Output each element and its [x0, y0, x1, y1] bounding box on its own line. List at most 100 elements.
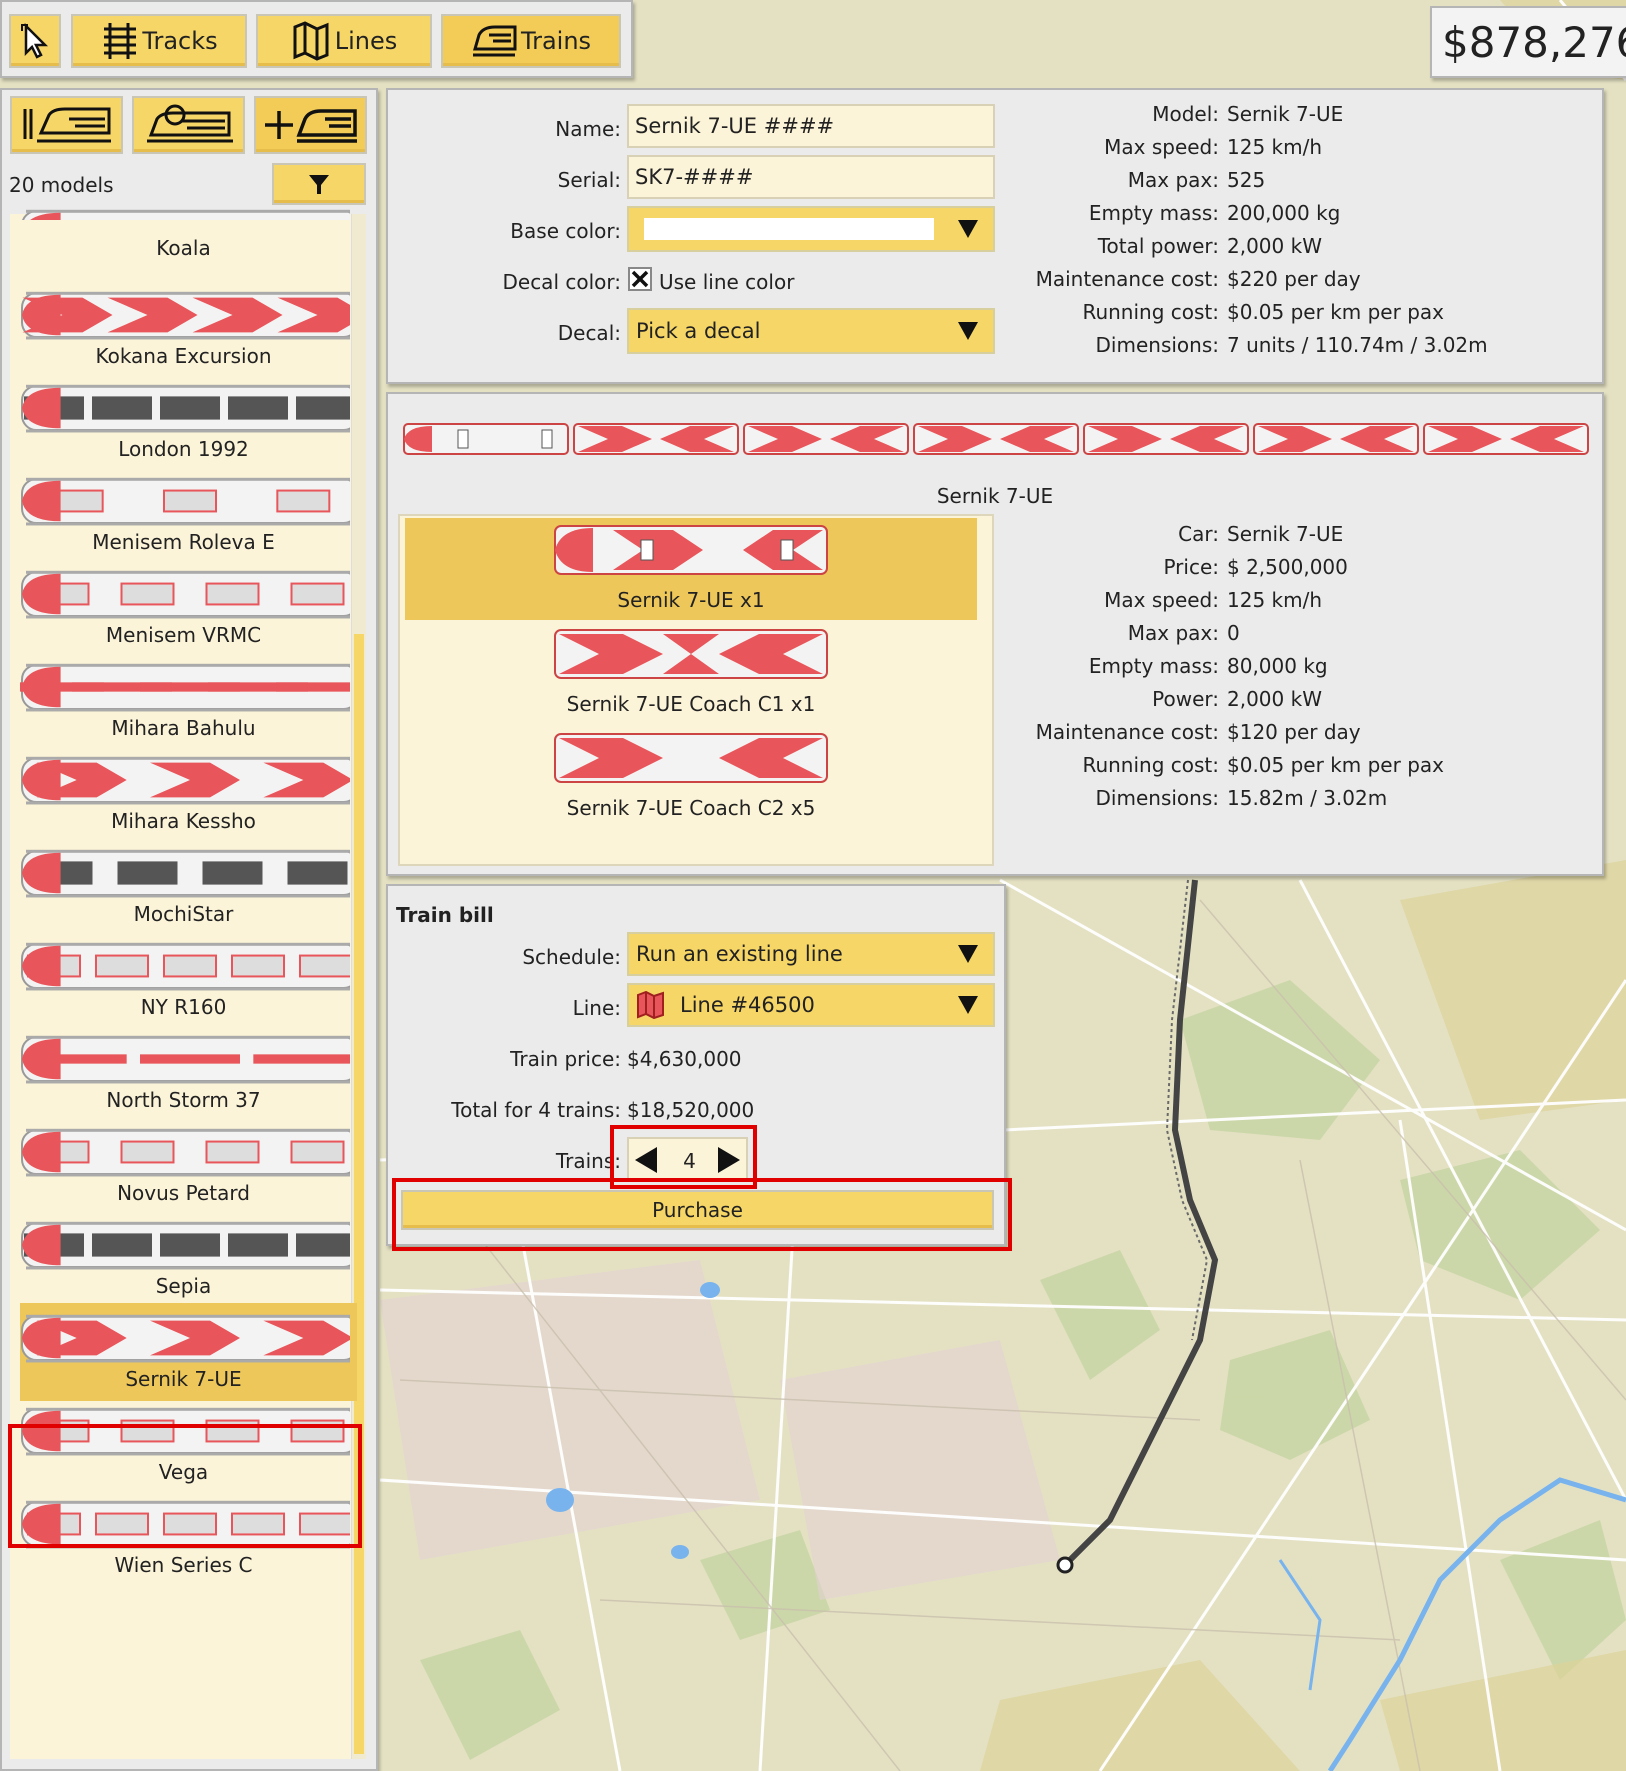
list-item[interactable]: Sepia — [20, 1210, 357, 1308]
tracks-icon — [104, 23, 137, 59]
decal-color-label: Decal color: — [502, 270, 621, 294]
list-item-label: NY R160 — [140, 995, 227, 1019]
car-list-item-label: Sernik 7-UE Coach C2 x5 — [566, 796, 816, 820]
train-model-image — [20, 1309, 350, 1367]
list-item[interactable]: Wien Series C — [20, 1489, 357, 1587]
model-stat-value: Sernik 7-UE — [1227, 102, 1344, 126]
schedule-label: Schedule: — [522, 945, 621, 969]
model-stat-label: Running cost: — [1082, 300, 1219, 324]
sidebar-tab-add-train[interactable] — [254, 96, 367, 154]
total-label: Total for 4 trains: — [451, 1098, 621, 1122]
base-color-swatch — [644, 218, 934, 240]
list-item[interactable]: Vega — [20, 1396, 357, 1494]
funnel-icon — [309, 175, 329, 194]
map-icon — [293, 21, 329, 61]
train-model-image — [20, 1402, 350, 1460]
train-price-value: $4,630,000 — [627, 1047, 742, 1071]
car-stat-value: $0.05 per km per pax — [1227, 753, 1444, 777]
list-item-label: Novus Petard — [117, 1181, 250, 1205]
model-stat-label: Empty mass: — [1088, 201, 1219, 225]
lines-tab-button[interactable]: Lines — [256, 14, 432, 68]
decal-dropdown[interactable]: Pick a decal — [627, 308, 995, 354]
trains-tab-button[interactable]: Trains — [441, 14, 621, 68]
train-bill-title: Train bill — [396, 903, 494, 927]
train-maintenance-icon — [146, 104, 233, 143]
car-stat-label: Max pax: — [1127, 621, 1219, 645]
car-stat-label: Dimensions: — [1095, 786, 1219, 810]
train-model-image — [20, 565, 350, 623]
list-item[interactable]: Menisem Roleva E — [20, 466, 357, 564]
dropdown-arrow-icon — [958, 945, 978, 963]
money-display: $878,276, — [1430, 6, 1626, 78]
purchase-button[interactable]: Purchase — [401, 1190, 994, 1230]
list-item[interactable]: North Storm 37 — [20, 1024, 357, 1122]
base-color-dropdown[interactable] — [627, 206, 995, 252]
model-stat-label: Total power: — [1097, 234, 1219, 258]
list-item[interactable]: MochiStar — [20, 838, 357, 936]
tracks-tab-button[interactable]: Tracks — [71, 14, 247, 68]
add-train-icon — [264, 109, 357, 143]
list-item[interactable]: Sernik 7-UE — [20, 1303, 357, 1401]
increment-arrow-icon[interactable] — [716, 1146, 742, 1174]
decal-dropdown-value: Pick a decal — [636, 319, 761, 343]
car-list-item[interactable]: Sernik 7-UE Coach C2 x5 — [405, 726, 977, 828]
list-item-label: Wien Series C — [114, 1553, 253, 1577]
train-model-image — [20, 379, 350, 437]
trains-tab-label: Trains — [520, 27, 592, 55]
car-list-item-label: Sernik 7-UE x1 — [617, 588, 765, 612]
list-item[interactable]: Menisem VRMC — [20, 559, 357, 657]
model-count: 20 models — [9, 173, 114, 197]
car-stat-value: $ 2,500,000 — [1227, 555, 1348, 579]
train-icon — [472, 25, 517, 57]
name-input[interactable]: Sernik 7-UE #### — [627, 104, 995, 148]
list-item-label: Kokana Excursion — [95, 344, 272, 368]
serial-input-value: SK7-#### — [635, 165, 754, 189]
money-value: $878,276, — [1442, 18, 1626, 67]
total-value: $18,520,000 — [627, 1098, 755, 1122]
list-item[interactable]: Koala — [20, 209, 357, 264]
sidebar-tab-train-maintenance[interactable] — [132, 96, 245, 154]
model-stat-value: 125 km/h — [1227, 135, 1323, 159]
serial-label: Serial: — [557, 168, 621, 192]
purchase-button-label: Purchase — [652, 1198, 743, 1222]
list-item[interactable]: NY R160 — [20, 931, 357, 1029]
model-stat-label: Dimensions: — [1095, 333, 1219, 357]
dropdown-arrow-icon — [958, 220, 978, 238]
tracks-tab-label: Tracks — [142, 27, 218, 55]
car-list-item[interactable]: Sernik 7-UE Coach C1 x1 — [405, 622, 977, 724]
car-stat-value: 125 km/h — [1227, 588, 1323, 612]
checkmark-x-icon — [631, 270, 649, 288]
list-item[interactable]: Novus Petard — [20, 1117, 357, 1215]
filter-button[interactable] — [272, 163, 366, 205]
train-model-image — [20, 1123, 350, 1181]
sidebar-tab-train-list[interactable] — [10, 96, 123, 154]
schedule-dropdown-value: Run an existing line — [636, 942, 843, 966]
line-dropdown-value: Line #46500 — [680, 993, 815, 1017]
train-model-image — [20, 286, 350, 344]
use-line-color-label: Use line color — [659, 270, 795, 294]
train-model-image — [20, 751, 350, 809]
serial-input[interactable]: SK7-#### — [627, 155, 995, 199]
list-item[interactable]: London 1992 — [20, 373, 357, 471]
name-input-value: Sernik 7-UE #### — [635, 114, 835, 138]
train-price-label: Train price: — [510, 1047, 621, 1071]
use-line-color-checkbox[interactable] — [628, 267, 652, 291]
car-stat-value: Sernik 7-UE — [1227, 522, 1344, 546]
list-item[interactable]: Kokana Excursion — [20, 280, 357, 378]
name-label: Name: — [555, 117, 621, 141]
car-image — [553, 522, 829, 582]
select-tool-button[interactable] — [9, 14, 61, 68]
dropdown-arrow-icon — [958, 322, 978, 340]
car-stat-label: Max speed: — [1104, 588, 1219, 612]
car-stat-value: 0 — [1227, 621, 1240, 645]
car-list-item[interactable]: Sernik 7-UE x1 — [405, 518, 977, 620]
trains-stepper[interactable]: 4 — [627, 1137, 748, 1181]
line-dropdown[interactable]: Line #46500 — [627, 983, 995, 1027]
list-item-label: Koala — [156, 236, 211, 260]
schedule-dropdown[interactable]: Run an existing line — [627, 932, 995, 976]
list-item[interactable]: Mihara Kessho — [20, 745, 357, 843]
car-stat-value: 15.82m / 3.02m — [1227, 786, 1388, 810]
car-stat-value: 80,000 kg — [1227, 654, 1328, 678]
list-item[interactable]: Mihara Bahulu — [20, 652, 357, 750]
train-model-image — [20, 1216, 350, 1274]
